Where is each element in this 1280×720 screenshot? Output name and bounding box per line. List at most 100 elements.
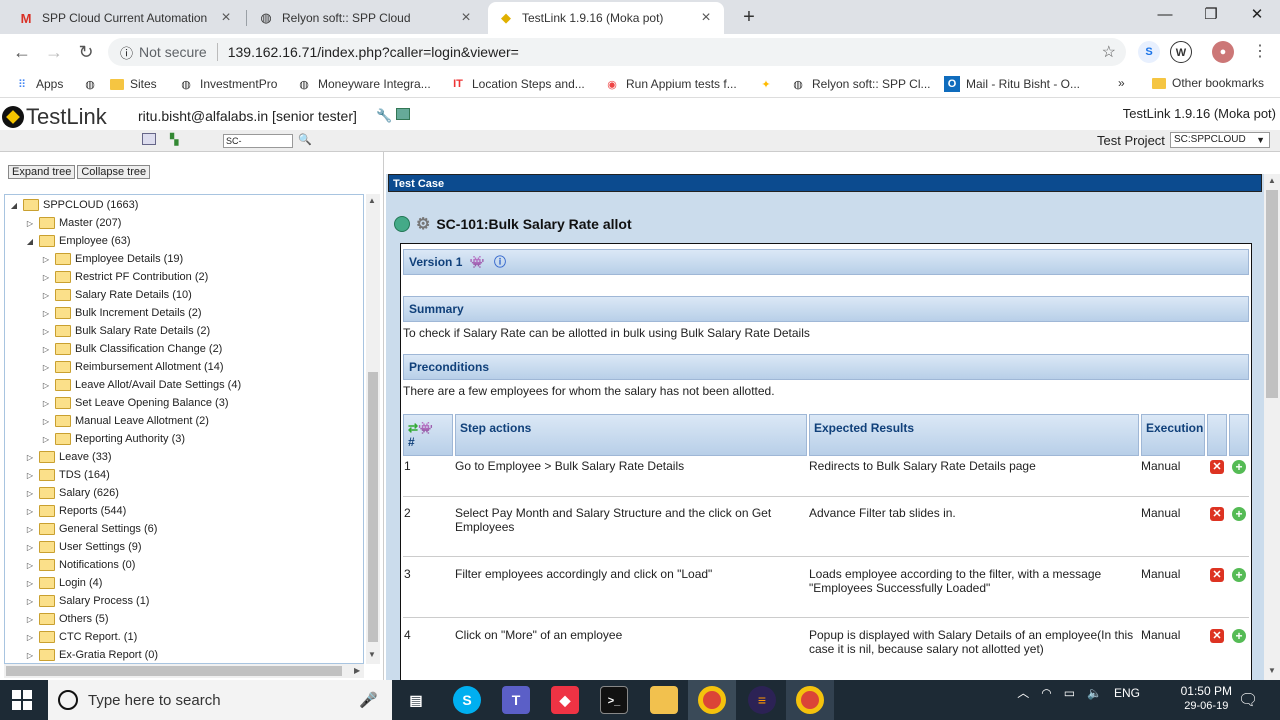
ghost-icon[interactable]: 👾	[470, 255, 485, 269]
bookmark-star-icon[interactable]: ☆	[1102, 42, 1116, 62]
browser-tab-2[interactable]: ◍ Relyon soft:: SPP Cloud ×	[248, 2, 484, 34]
tree-node[interactable]: ▷ Notifications (0)	[25, 557, 135, 573]
tree-node[interactable]: ▷ Set Leave Opening Balance (3)	[41, 395, 229, 411]
tree-node-label[interactable]: Leave (33)	[59, 451, 112, 463]
collapsed-toggle-icon[interactable]: ▷	[25, 597, 35, 606]
delete-step-icon[interactable]: ✕	[1210, 460, 1224, 474]
collapsed-toggle-icon[interactable]: ▷	[41, 435, 51, 444]
tree-node[interactable]: ▷ Others (5)	[25, 611, 109, 627]
tree-node-label[interactable]: Employee (63)	[59, 235, 131, 247]
tree-node[interactable]: ▷ Salary Process (1)	[25, 593, 149, 609]
tree-node-label[interactable]: Reimbursement Allotment (14)	[75, 361, 224, 373]
bookmark-investmentpro[interactable]: ◍ InvestmentPro	[178, 76, 277, 92]
bookmark-sites[interactable]: ◍ Sites	[82, 76, 157, 92]
add-step-icon[interactable]: +	[1232, 507, 1246, 521]
file-explorer-icon[interactable]	[650, 686, 678, 714]
collapsed-toggle-icon[interactable]: ▷	[25, 615, 35, 624]
tree-node[interactable]: ▷ Reimbursement Allotment (14)	[41, 359, 224, 375]
tree-node[interactable]: ▷ Login (4)	[25, 575, 102, 591]
address-bar[interactable]: ⓘ Not secure 139.162.16.71/index.php?cal…	[108, 38, 1126, 66]
tree-node-label[interactable]: Ex-Gratia Report (0)	[59, 649, 158, 661]
teams-icon[interactable]: T	[502, 686, 530, 714]
tree-node-label[interactable]: Salary Process (1)	[59, 595, 149, 607]
tree-node-label[interactable]: TDS (164)	[59, 469, 110, 481]
tree-node-label[interactable]: User Settings (9)	[59, 541, 142, 553]
scroll-up-icon[interactable]: ▲	[368, 196, 376, 205]
collapsed-toggle-icon[interactable]: ▷	[41, 327, 51, 336]
tree-node[interactable]: ▷ Leave Allot/Avail Date Settings (4)	[41, 377, 241, 393]
collapsed-toggle-icon[interactable]: ▷	[25, 453, 35, 462]
bookmark-mail[interactable]: O Mail - Ritu Bisht - O...	[944, 76, 1080, 92]
tree-node[interactable]: ▷ CTC Report. (1)	[25, 629, 137, 645]
tree-node[interactable]: ▷ Salary Rate Details (10)	[41, 287, 192, 303]
new-tab-button[interactable]: +	[735, 4, 763, 32]
windows-start-icon[interactable]	[12, 690, 32, 710]
collapsed-toggle-icon[interactable]: ▷	[41, 345, 51, 354]
scroll-down-icon[interactable]: ▼	[368, 650, 376, 659]
collapsed-toggle-icon[interactable]: ▷	[25, 579, 35, 588]
eclipse-icon[interactable]: ≡	[748, 686, 776, 714]
project-select[interactable]: SC:SPPCLOUD ▼	[1170, 132, 1270, 148]
ghost-icon[interactable]: 👾	[418, 421, 433, 435]
chrome-icon[interactable]	[698, 686, 726, 714]
scroll-down-icon[interactable]: ▼	[1268, 666, 1276, 675]
collapsed-toggle-icon[interactable]: ▷	[41, 255, 51, 264]
tree-node[interactable]: ▷ Master (207)	[25, 215, 121, 231]
tree-node[interactable]: ▷ Manual Leave Allotment (2)	[41, 413, 209, 429]
gear-icon[interactable]: ⚙	[416, 214, 430, 234]
terminal-icon[interactable]: >_	[600, 686, 628, 714]
bookmark-apps[interactable]: ⠿ Apps	[14, 76, 63, 92]
tree-node-label[interactable]: Salary Rate Details (10)	[75, 289, 192, 301]
collapse-tree-button[interactable]: Collapse tree	[77, 165, 151, 179]
tree-node-label[interactable]: SPPCLOUD (1663)	[43, 199, 138, 211]
tree-node-label[interactable]: Restrict PF Contribution (2)	[75, 271, 208, 283]
tree-node-label[interactable]: General Settings (6)	[59, 523, 157, 535]
delete-step-icon[interactable]: ✕	[1210, 629, 1224, 643]
tree-node[interactable]: ▷ General Settings (6)	[25, 521, 157, 537]
collapsed-toggle-icon[interactable]: ▷	[41, 399, 51, 408]
tree-node-label[interactable]: Manual Leave Allotment (2)	[75, 415, 209, 427]
tree-node[interactable]: ▷ Ex-Gratia Report (0)	[25, 647, 158, 663]
bookmark-pinwheel[interactable]: ✦	[758, 76, 774, 92]
battery-icon[interactable]: ▭	[1064, 686, 1075, 700]
close-window-button[interactable]: ✕	[1234, 0, 1280, 32]
tree-node-label[interactable]: Login (4)	[59, 577, 102, 589]
tree-node-label[interactable]: Reports (544)	[59, 505, 126, 517]
reorder-icon[interactable]: ⇄	[408, 421, 418, 435]
extension-icon[interactable]: S	[1138, 41, 1160, 63]
tree-node[interactable]: ▷ Reporting Authority (3)	[41, 431, 185, 447]
bookmark-location-steps[interactable]: IT Location Steps and...	[450, 76, 585, 92]
tree-node[interactable]: ▷ Reports (544)	[25, 503, 126, 519]
tree-node-label[interactable]: Bulk Classification Change (2)	[75, 343, 222, 355]
logout-icon[interactable]	[396, 108, 410, 120]
tree-node[interactable]: ▷ Restrict PF Contribution (2)	[41, 269, 208, 285]
collapsed-toggle-icon[interactable]: ▷	[25, 507, 35, 516]
expanded-toggle-icon[interactable]: ◢	[25, 237, 35, 246]
collapsed-toggle-icon[interactable]: ▷	[41, 381, 51, 390]
tree-node-label[interactable]: Notifications (0)	[59, 559, 135, 571]
tree-node[interactable]: ▷ Bulk Classification Change (2)	[41, 341, 222, 357]
tree-node[interactable]: ▷ Employee Details (19)	[41, 251, 183, 267]
collapsed-toggle-icon[interactable]: ▷	[41, 273, 51, 282]
collapsed-toggle-icon[interactable]: ▷	[41, 363, 51, 372]
tree-node[interactable]: ◢ Employee (63)	[25, 233, 131, 249]
browser-tab-3[interactable]: ◆ TestLink 1.9.16 (Moka pot) ×	[488, 2, 724, 34]
close-tab-icon[interactable]: ×	[218, 9, 234, 27]
delete-step-icon[interactable]: ✕	[1210, 507, 1224, 521]
scroll-right-icon[interactable]: ▶	[354, 666, 360, 675]
profile-w-icon[interactable]: W	[1170, 41, 1192, 63]
avatar[interactable]: ●	[1212, 41, 1234, 63]
collapsed-toggle-icon[interactable]: ▷	[25, 561, 35, 570]
menu-icon[interactable]: ⋮	[1252, 41, 1268, 61]
tree-node[interactable]: ▷ Bulk Increment Details (2)	[41, 305, 202, 321]
collapsed-toggle-icon[interactable]: ▷	[25, 651, 35, 660]
bookmark-moneyware[interactable]: ◍ Moneyware Integra...	[296, 76, 431, 92]
search-icon[interactable]: 🔍	[298, 133, 312, 146]
collapsed-toggle-icon[interactable]: ▷	[25, 543, 35, 552]
scroll-up-icon[interactable]: ▲	[1268, 176, 1276, 185]
restore-button[interactable]: ❐	[1188, 0, 1234, 32]
url-text[interactable]: 139.162.16.71/index.php?caller=login&vie…	[228, 44, 519, 60]
forward-button[interactable]: →	[40, 38, 68, 66]
microphone-icon[interactable]: 🎤	[359, 691, 378, 709]
bookmark-relyon[interactable]: ◍ Relyon soft:: SPP Cl...	[790, 76, 930, 92]
